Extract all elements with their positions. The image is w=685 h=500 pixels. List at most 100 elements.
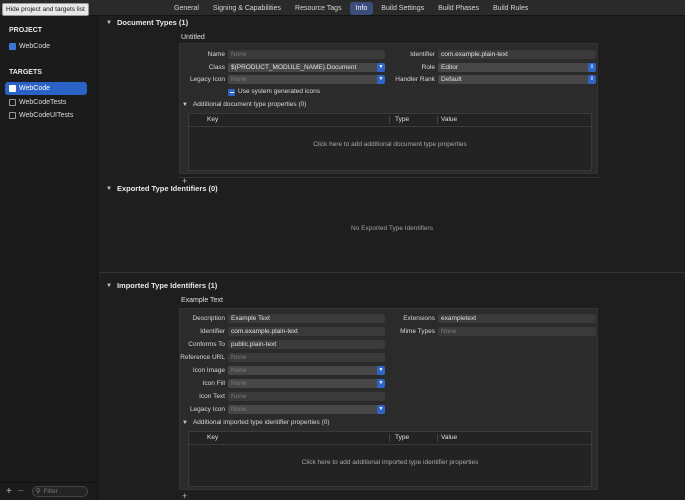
tab-build-phases[interactable]: Build Phases: [432, 2, 485, 15]
chevron-down-icon: ▼: [377, 379, 385, 388]
handler-rank-popup[interactable]: Default ⇕: [438, 75, 596, 84]
column-divider: [389, 116, 390, 124]
tab-build-settings[interactable]: Build Settings: [375, 2, 430, 15]
use-system-icons-checkbox[interactable]: [228, 89, 235, 96]
tab-list: General Signing & Capabilities Resource …: [168, 2, 536, 15]
document-types-disclosure[interactable]: ▼ Document Types (1): [106, 18, 188, 27]
filter-field[interactable]: ⚲ Filter: [31, 486, 88, 497]
add-target-button[interactable]: +: [6, 486, 12, 497]
targets-header: TARGETS: [9, 69, 42, 76]
icon-fill-combobox[interactable]: None ▼: [228, 379, 385, 388]
document-props-table: Key Type Value Click here to add additio…: [188, 113, 592, 171]
legacy-icon-combobox[interactable]: None ▼: [228, 75, 385, 84]
extensions-label: Extensions: [403, 315, 435, 322]
disclosure-label: Additional imported type identifier prop…: [192, 419, 330, 426]
filter-placeholder: Filter: [43, 488, 58, 495]
document-type-name: Untitled: [181, 34, 205, 41]
legacy-icon-value: None: [231, 76, 247, 83]
role-popup[interactable]: Editor ⇕: [438, 63, 596, 72]
tab-build-rules[interactable]: Build Rules: [487, 2, 534, 15]
identifier-field[interactable]: com.example.plain-text: [228, 327, 385, 336]
additional-document-props-disclosure[interactable]: ▼ Additional document type properties (0…: [182, 101, 306, 108]
tab-general[interactable]: General: [168, 2, 205, 15]
chevron-down-icon: ▼: [377, 405, 385, 414]
chevron-down-icon: ▼: [182, 419, 188, 426]
description-label: Description: [192, 315, 225, 322]
mime-types-label: Mime Types: [400, 328, 435, 335]
use-system-icons-label: Use system generated icons: [238, 88, 321, 95]
handler-rank-label: Handler Rank: [395, 76, 435, 83]
column-header-key[interactable]: Key: [207, 432, 218, 444]
description-field[interactable]: Example Text: [228, 314, 385, 323]
column-header-key[interactable]: Key: [207, 114, 218, 126]
legacy-icon-value: None: [231, 406, 247, 413]
chevron-down-icon: ▼: [377, 63, 385, 72]
column-header-value[interactable]: Value: [441, 114, 457, 126]
tab-info[interactable]: Info: [349, 2, 374, 15]
class-combobox[interactable]: $(PRODUCT_MODULE_NAME).Document ▼: [228, 63, 385, 72]
add-imported-type-button[interactable]: +: [182, 491, 187, 500]
add-imported-props-placeholder[interactable]: Click here to add additional imported ty…: [189, 459, 591, 466]
role-value: Editor: [441, 64, 458, 71]
editor-tab-bar: Hide project and targets list General Si…: [0, 0, 685, 16]
remove-target-button[interactable]: −: [18, 486, 24, 497]
imported-type-name: Example Text: [181, 297, 223, 304]
name-field[interactable]: None: [228, 50, 385, 59]
name-label: Name: [207, 51, 225, 58]
app-icon: [9, 85, 16, 92]
column-divider: [437, 434, 438, 442]
column-divider: [389, 434, 390, 442]
exported-types-disclosure[interactable]: ▼ Exported Type Identifiers (0): [106, 184, 218, 193]
tab-resource-tags[interactable]: Resource Tags: [289, 2, 348, 15]
legacy-icon-label: Legacy Icon: [189, 76, 225, 83]
class-value: $(PRODUCT_MODULE_NAME).Document: [231, 64, 357, 71]
section-divider: [179, 177, 599, 178]
legacy-icon-label: Legacy Icon: [189, 406, 225, 413]
sidebar-item-label: WebCodeTests: [19, 99, 67, 106]
icon-image-combobox[interactable]: None ▼: [228, 366, 385, 375]
icon-text-label: Icon Text: [199, 393, 225, 400]
icon-image-value: None: [231, 367, 247, 374]
sidebar-item-target-webcodeuitests[interactable]: WebCodeUITests: [5, 109, 87, 122]
icon-fill-label: Icon Fill: [202, 380, 225, 387]
section-divider: [99, 272, 685, 273]
additional-imported-props-disclosure[interactable]: ▼ Additional imported type identifier pr…: [182, 419, 330, 426]
conforms-to-field[interactable]: public.plain-text: [228, 340, 385, 349]
icon-fill-value: None: [231, 380, 247, 387]
section-title: Imported Type Identifiers (1): [116, 281, 218, 290]
conforms-to-label: Conforms To: [188, 341, 225, 348]
add-document-props-placeholder[interactable]: Click here to add additional document ty…: [189, 141, 591, 148]
reference-url-field[interactable]: None: [228, 353, 385, 362]
column-header-type[interactable]: Type: [395, 114, 409, 126]
column-header-type[interactable]: Type: [395, 432, 409, 444]
sidebar-item-label: WebCodeUITests: [19, 112, 74, 119]
test-target-icon: [9, 112, 16, 119]
column-divider: [437, 116, 438, 124]
extensions-field[interactable]: exampletext: [438, 314, 596, 323]
header-separator: [189, 444, 591, 445]
sidebar-item-label: WebCode: [19, 43, 51, 50]
section-title: Document Types (1): [116, 18, 189, 27]
identifier-field[interactable]: com.example.plain-text: [438, 50, 596, 59]
class-label: Class: [208, 64, 225, 71]
sidebar-item-project-webcode[interactable]: WebCode: [5, 40, 87, 53]
sidebar-item-target-webcode[interactable]: WebCode: [5, 82, 87, 95]
handler-rank-value: Default: [441, 76, 462, 83]
role-label: Role: [421, 64, 435, 71]
column-header-value[interactable]: Value: [441, 432, 457, 444]
chevron-down-icon: ▼: [106, 19, 112, 26]
filter-icon: ⚲: [35, 488, 41, 495]
chevron-updown-icon: ⇕: [588, 75, 596, 84]
mime-types-field[interactable]: None: [438, 327, 596, 336]
tab-signing-capabilities[interactable]: Signing & Capabilities: [207, 2, 287, 15]
icon-image-label: Icon Image: [192, 367, 225, 374]
project-header: PROJECT: [9, 27, 43, 34]
imported-type-panel: Description Example Text Identifier com.…: [179, 308, 598, 490]
sidebar-item-target-webcodetests[interactable]: WebCodeTests: [5, 96, 87, 109]
document-type-panel: Name None Class $(PRODUCT_MODULE_NAME).D…: [179, 43, 598, 174]
chevron-down-icon: ▼: [182, 101, 188, 108]
imported-types-disclosure[interactable]: ▼ Imported Type Identifiers (1): [106, 281, 217, 290]
icon-text-field[interactable]: None: [228, 392, 385, 401]
identifier-label: Identifier: [200, 328, 225, 335]
legacy-icon-combobox[interactable]: None ▼: [228, 405, 385, 414]
